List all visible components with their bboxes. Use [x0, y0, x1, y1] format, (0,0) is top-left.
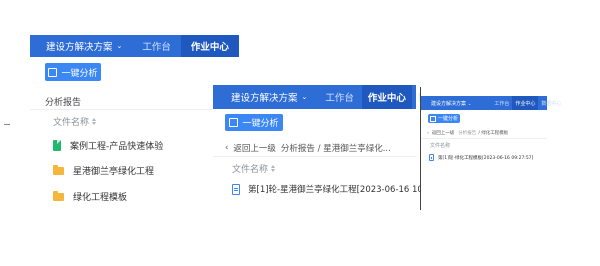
- panel-2: 建设方解决方案 ⌄ 工作台 作业中心 数据中心 一键分析 ‹ 返回上一级 分析报…: [213, 85, 456, 211]
- file-row[interactable]: 案例工程-产品快速体验: [53, 139, 163, 152]
- export-icon: [229, 118, 239, 127]
- edge-mark: [4, 124, 10, 125]
- nav-solution-label: 建设方解决方案: [431, 100, 467, 107]
- breadcrumb-root[interactable]: 分析报告: [458, 130, 476, 136]
- nav-workbench[interactable]: 工作台: [474, 96, 512, 110]
- nav-solution-dropdown[interactable]: 建设方解决方案 ⌄: [213, 85, 317, 109]
- analyze-button[interactable]: 一键分析: [45, 63, 101, 81]
- sort-icon: [271, 165, 276, 172]
- column-header-label: 文件名称: [430, 143, 451, 149]
- file-name: 第[1]轮-绿化工程模板[2023-06-16 09:27:57]: [438, 155, 534, 161]
- report-icon: [429, 154, 434, 161]
- file-name: 案例工程-产品快速体验: [70, 142, 164, 152]
- breadcrumb: ‹ 返回上一级 分析报告 / 星港御兰亭绿化...: [225, 142, 391, 154]
- column-header-label: 文件名称: [53, 118, 90, 128]
- analyze-button-label: 一键分析: [437, 116, 458, 122]
- panel-3: 建设方解决方案 ⌄ 工作台 作业中心 数据中心 一键分析 ‹ 返回上一级 分析报…: [420, 87, 561, 210]
- analyze-button[interactable]: 一键分析: [428, 114, 460, 123]
- breadcrumb-current: / 绿化工程模板: [478, 131, 509, 136]
- file-name: 星港御兰亭绿化工程: [73, 167, 155, 177]
- panel-1: 建设方解决方案 ⌄ 工作台 作业中心 一键分析 分析报告 文件名称 案例工程-产…: [30, 35, 239, 211]
- chevron-down-icon: ⌄: [301, 93, 308, 101]
- document-icon: [53, 140, 61, 151]
- nav-workbench[interactable]: 工作台: [317, 85, 362, 109]
- column-header-label: 文件名称: [232, 165, 269, 175]
- nav-solution-label: 建设方解决方案: [46, 42, 113, 53]
- export-icon: [48, 67, 58, 77]
- top-nav: 建设方解决方案 ⌄ 工作台 作业中心 数据中心: [421, 96, 561, 110]
- nav-job-center[interactable]: 作业中心: [180, 35, 239, 57]
- nav-solution-label: 建设方解决方案: [231, 93, 298, 104]
- back-icon[interactable]: ‹: [225, 143, 228, 153]
- nav-job-center[interactable]: 作业中心: [361, 85, 412, 109]
- back-icon[interactable]: ‹: [427, 131, 429, 136]
- breadcrumb-path: 分析报告 / 星港御兰亭绿化...: [280, 144, 391, 154]
- section-title: 分析报告: [45, 98, 82, 108]
- export-icon: [429, 115, 436, 122]
- file-row[interactable]: 星港御兰亭绿化工程: [53, 164, 154, 177]
- top-nav: 建设方解决方案 ⌄ 工作台 作业中心 数据中心: [213, 85, 456, 109]
- column-header[interactable]: 文件名称: [53, 115, 97, 128]
- nav-solution-dropdown[interactable]: 建设方解决方案 ⌄: [30, 35, 132, 57]
- analyze-button-label: 一键分析: [242, 119, 279, 129]
- top-nav: 建设方解决方案 ⌄ 工作台 作业中心: [30, 35, 239, 57]
- section-divider: [213, 156, 416, 157]
- section-divider: [421, 138, 547, 139]
- report-icon: [232, 183, 240, 195]
- analyze-button-label: 一键分析: [61, 68, 98, 79]
- nav-workbench[interactable]: 工作台: [132, 35, 181, 57]
- chevron-down-icon: ⌄: [116, 42, 123, 50]
- column-header[interactable]: 文件名称: [430, 142, 450, 149]
- file-name: 绿化工程模板: [73, 193, 128, 203]
- file-row[interactable]: 绿化工程模板: [53, 190, 127, 203]
- nav-solution-dropdown[interactable]: 建设方解决方案 ⌄: [421, 96, 474, 110]
- folder-icon: [53, 164, 64, 175]
- section-divider: [30, 109, 220, 110]
- analyze-button[interactable]: 一键分析: [225, 114, 283, 131]
- chevron-down-icon: ⌄: [468, 100, 472, 106]
- breadcrumb: ‹ 返回上一级 分析报告 / 绿化工程模板: [427, 130, 509, 137]
- back-link[interactable]: 返回上一级: [432, 130, 455, 136]
- back-link[interactable]: 返回上一级: [233, 142, 276, 154]
- nav-data-center[interactable]: 数据中心: [538, 96, 564, 110]
- file-row[interactable]: 第[1]轮-绿化工程模板[2023-06-16 09:27:57]: [429, 154, 533, 161]
- folder-icon: [53, 190, 64, 201]
- column-header[interactable]: 文件名称: [232, 162, 276, 175]
- sort-icon: [92, 118, 97, 125]
- nav-job-center[interactable]: 作业中心: [512, 96, 539, 110]
